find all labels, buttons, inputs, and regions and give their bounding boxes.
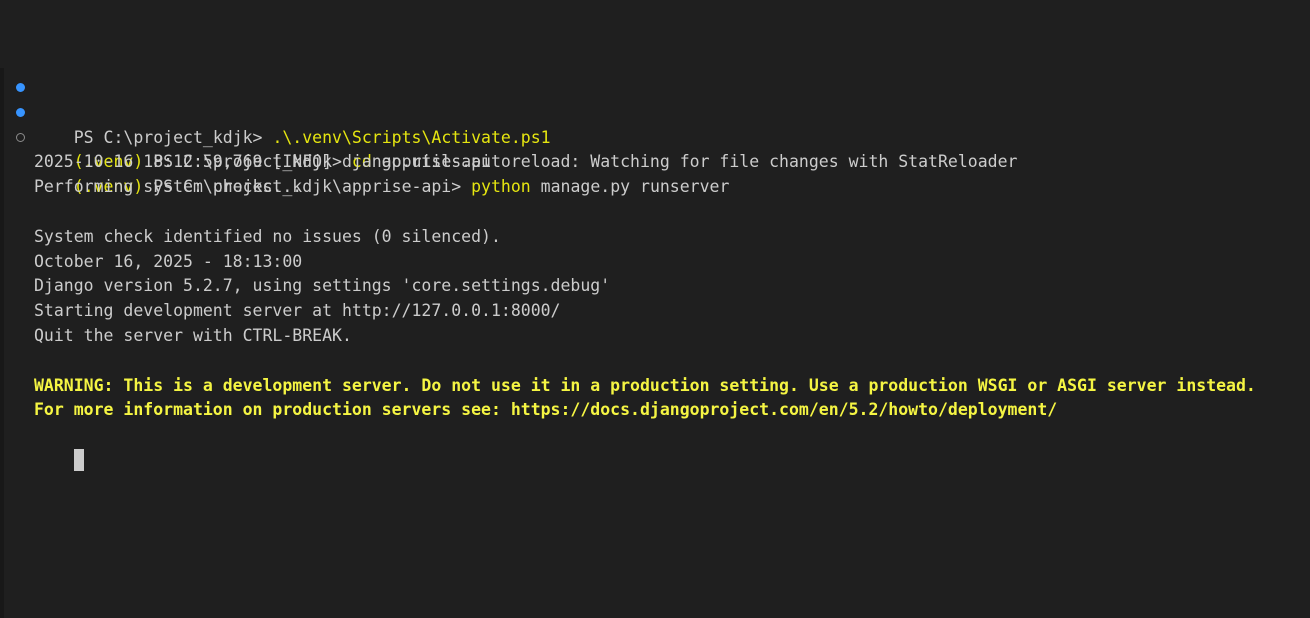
warning-line: WARNING: This is a development server. D… (34, 375, 1256, 395)
output-line: 2025-10-16 18:12:59,769 [INFO] django.ut… (34, 152, 1018, 172)
command-success-decoration-icon[interactable] (16, 83, 25, 92)
output-line: Performing system checks... (34, 177, 303, 197)
output-line: Quit the server with CTRL-BREAK. (34, 325, 352, 345)
output-line: Django version 5.2.7, using settings 'co… (34, 276, 611, 296)
command-line-runserver[interactable]: (.venv) PS C:\project_kdjk\apprise-api> … (0, 126, 1310, 196)
command-line-cd[interactable]: (.venv) PS C:\project_kdjk> cd apprise-a… (0, 101, 1310, 171)
output-line: October 16, 2025 - 18:13:00 (34, 251, 303, 271)
output-line: Starting development server at http://12… (34, 301, 561, 321)
command-running-decoration-icon[interactable] (16, 132, 25, 142)
warning-line: For more information on production serve… (34, 400, 1058, 420)
terminal-panel[interactable]: PS C:\project_kdjk> .\.venv\Scripts\Acti… (0, 76, 1310, 472)
command-success-decoration-icon[interactable] (16, 107, 25, 117)
terminal-cursor (73, 449, 84, 472)
command-line-activate[interactable]: PS C:\project_kdjk> .\.venv\Scripts\Acti… (0, 76, 1310, 147)
output-line: System check identified no issues (0 sil… (34, 226, 501, 246)
cursor-line[interactable] (0, 423, 1310, 472)
